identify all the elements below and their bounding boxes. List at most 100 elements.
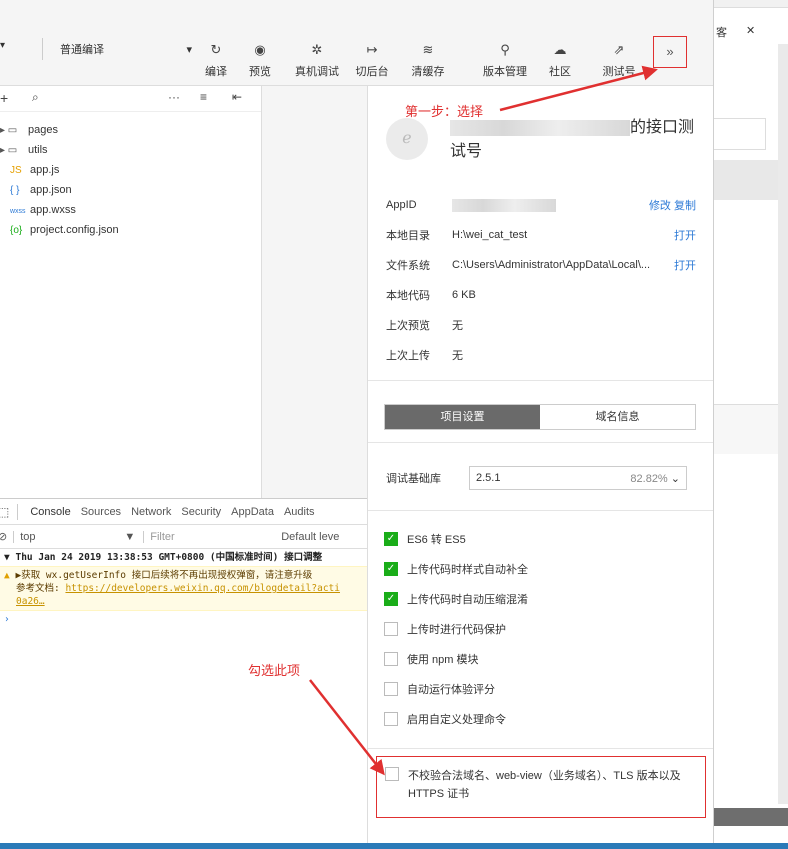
option-checkbox[interactable]	[384, 622, 398, 636]
setting-option[interactable]: 使用 npm 模块	[384, 644, 704, 674]
skip-domain-check-checkbox[interactable]	[385, 767, 399, 781]
info-row: 本地目录 H:\wei_cat_test 打开	[386, 220, 696, 250]
chevron-down-icon: ▾	[186, 43, 192, 56]
info-key: 上次预览	[386, 320, 430, 332]
info-key: 上次上传	[386, 350, 430, 362]
option-checkbox[interactable]: ✓	[384, 562, 398, 576]
setting-option[interactable]: ✓ 上传代码时自动压缩混淆	[384, 584, 704, 614]
side-vertical-scrollbar[interactable]	[778, 44, 788, 804]
branch-button[interactable]: ⚲ 版本管理	[481, 40, 529, 79]
toolbar-button-label: 清缓存	[411, 66, 445, 78]
clear-cache-button[interactable]: ≋ 清缓存	[410, 40, 446, 79]
js-file-icon: JS	[10, 165, 22, 176]
file-tree: ▸ ▭ pages ▸ ▭ utils JS app.js { } app.json wxss a…	[0, 112, 261, 240]
skip-domain-check-option[interactable]: 不校验合法域名、web-view（业务域名）、TLS 版本以及 HTTPS 证书	[376, 756, 706, 818]
base-lib-row: 调试基础库 2.5.1 82.82% ⌄	[386, 466, 698, 490]
option-checkbox[interactable]	[384, 652, 398, 666]
options-list: ✓ ES6 转 ES5 ✓ 上传代码时样式自动补全 ✓ 上传代码时自动压缩混淆 上传时进行代…	[384, 524, 704, 734]
window-tab[interactable]: 客 ✕	[714, 18, 788, 44]
collapse-icon[interactable]: ≡	[200, 90, 207, 104]
project-details-panel: ℯ 的接口测 试号 AppID 修改 复制 本地目录 H:\wei_cat_test 打…	[367, 86, 713, 843]
tab-console[interactable]: Console	[30, 506, 70, 518]
tab-domain-info[interactable]: 域名信息	[540, 405, 695, 429]
console-prompt[interactable]: ›	[0, 611, 370, 628]
clear-console-icon[interactable]: ⊘	[0, 530, 7, 543]
compile-mode-label: 普通编译	[60, 44, 104, 56]
file-tree-item[interactable]: { } app.json	[0, 180, 261, 200]
side-search-box[interactable]	[714, 118, 766, 150]
settings-tabs: 项目设置 域名信息	[384, 404, 696, 430]
external-button[interactable]: ⇗ 测试号	[598, 40, 640, 79]
toggle-panel-icon[interactable]: ⇤	[232, 90, 242, 104]
info-key: AppID	[386, 199, 417, 211]
base-lib-label: 调试基础库	[386, 473, 441, 485]
file-tree-item[interactable]: wxss app.wxss	[0, 200, 261, 220]
taskbar-strip	[0, 843, 788, 849]
project-name-line2: 试号	[450, 143, 483, 160]
info-action-link[interactable]: 打开	[674, 257, 696, 273]
toolbar-divider	[42, 38, 43, 60]
info-action-link[interactable]: 修改 复制	[649, 197, 696, 213]
branch-icon: ⚲	[500, 42, 510, 57]
option-checkbox[interactable]: ✓	[384, 532, 398, 546]
tab-network[interactable]: Network	[131, 506, 171, 518]
option-checkbox[interactable]	[384, 712, 398, 726]
more-tools-button[interactable]: »	[653, 36, 687, 68]
refresh-button[interactable]: ↻ 编译	[201, 40, 231, 79]
setting-option[interactable]: ✓ 上传代码时样式自动补全	[384, 554, 704, 584]
file-tree-panel: + ⌕ ··· ≡ ⇤ ▸ ▭ pages ▸ ▭ utils JS app.js { } a…	[0, 86, 262, 498]
tab-audits[interactable]: Audits	[284, 506, 315, 518]
skip-domain-check-label: 不校验合法域名、web-view（业务域名）、TLS 版本以及 HTTPS 证书	[408, 770, 681, 800]
setting-option[interactable]: 自动运行体验评分	[384, 674, 704, 704]
devtools-tabs: ⬚ Console Sources Network Security AppData Au…	[0, 499, 370, 525]
inspect-icon[interactable]: ⬚	[0, 505, 9, 519]
eye-button[interactable]: ◉ 预览	[246, 40, 274, 79]
project-info: AppID 修改 复制 本地目录 H:\wei_cat_test 打开 文件系统 C:\Us…	[386, 190, 696, 370]
community-button[interactable]: ☁ 社区	[546, 40, 574, 79]
expand-icon[interactable]: ▼	[4, 552, 10, 563]
chevron-down-icon: ▼	[124, 530, 136, 543]
toolbar-button-label: 真机调试	[295, 66, 339, 78]
warning-doc-link[interactable]: https://developers.weixin.qq.com/blogdet…	[65, 583, 340, 594]
tab-security[interactable]: Security	[181, 506, 221, 518]
tab-project-settings[interactable]: 项目设置	[385, 405, 540, 429]
bug-icon: ✲	[311, 42, 323, 57]
folder-icon: ▸ ▭	[0, 145, 18, 156]
check-this-annotation: 勾选此项	[248, 663, 301, 678]
warning-text: ▶获取 wx.getUserInfo 接口后续将不再出现授权弹窗，请注意升级	[15, 570, 313, 581]
setting-option[interactable]: 启用自定义处理命令	[384, 704, 704, 734]
compile-mode-select[interactable]: 普通编译 ▾	[60, 40, 192, 58]
file-tree-item[interactable]: ▸ ▭ pages	[0, 120, 261, 140]
filter-input[interactable]: Filter	[143, 530, 281, 543]
close-icon[interactable]: ✕	[746, 24, 755, 37]
option-checkbox[interactable]: ✓	[384, 592, 398, 606]
option-checkbox[interactable]	[384, 682, 398, 696]
info-value: 6 KB	[452, 289, 476, 301]
bug-button[interactable]: ✲ 真机调试	[292, 40, 342, 79]
tab-appdata[interactable]: AppData	[231, 506, 274, 518]
warning-ref-label: 参考文档:	[16, 583, 66, 594]
switch-button[interactable]: ↦ 切后台	[354, 40, 390, 79]
search-icon[interactable]: ⌕	[32, 90, 39, 105]
level-select[interactable]: Default leve	[281, 531, 339, 543]
more-icon[interactable]: ···	[168, 90, 180, 104]
file-tree-item[interactable]: ▸ ▭ utils	[0, 140, 261, 160]
base-lib-select[interactable]: 2.5.1 82.82% ⌄	[469, 466, 687, 490]
setting-option[interactable]: 上传时进行代码保护	[384, 614, 704, 644]
mode-select[interactable]: ▾	[0, 40, 18, 58]
context-select[interactable]: top ▼	[13, 530, 143, 543]
project-avatar: ℯ	[386, 118, 428, 160]
info-action-link[interactable]: 打开	[674, 227, 696, 243]
option-label: 上传代码时样式自动补全	[407, 564, 528, 576]
setting-option[interactable]: ✓ ES6 转 ES5	[384, 524, 704, 554]
devtools-panel: ⬚ Console Sources Network Security AppData Au…	[0, 498, 370, 843]
info-key: 本地目录	[386, 230, 430, 242]
info-value: H:\wei_cat_test	[452, 229, 528, 241]
add-file-icon[interactable]: +	[0, 90, 8, 106]
tab-sources[interactable]: Sources	[81, 506, 121, 518]
file-tree-item[interactable]: {o} project.config.json	[0, 220, 261, 240]
file-tree-label: app.wxss	[30, 204, 76, 216]
warning-link-tail[interactable]: 0a26…	[16, 596, 45, 607]
refresh-icon: ↻	[210, 42, 222, 57]
file-tree-item[interactable]: JS app.js	[0, 160, 261, 180]
